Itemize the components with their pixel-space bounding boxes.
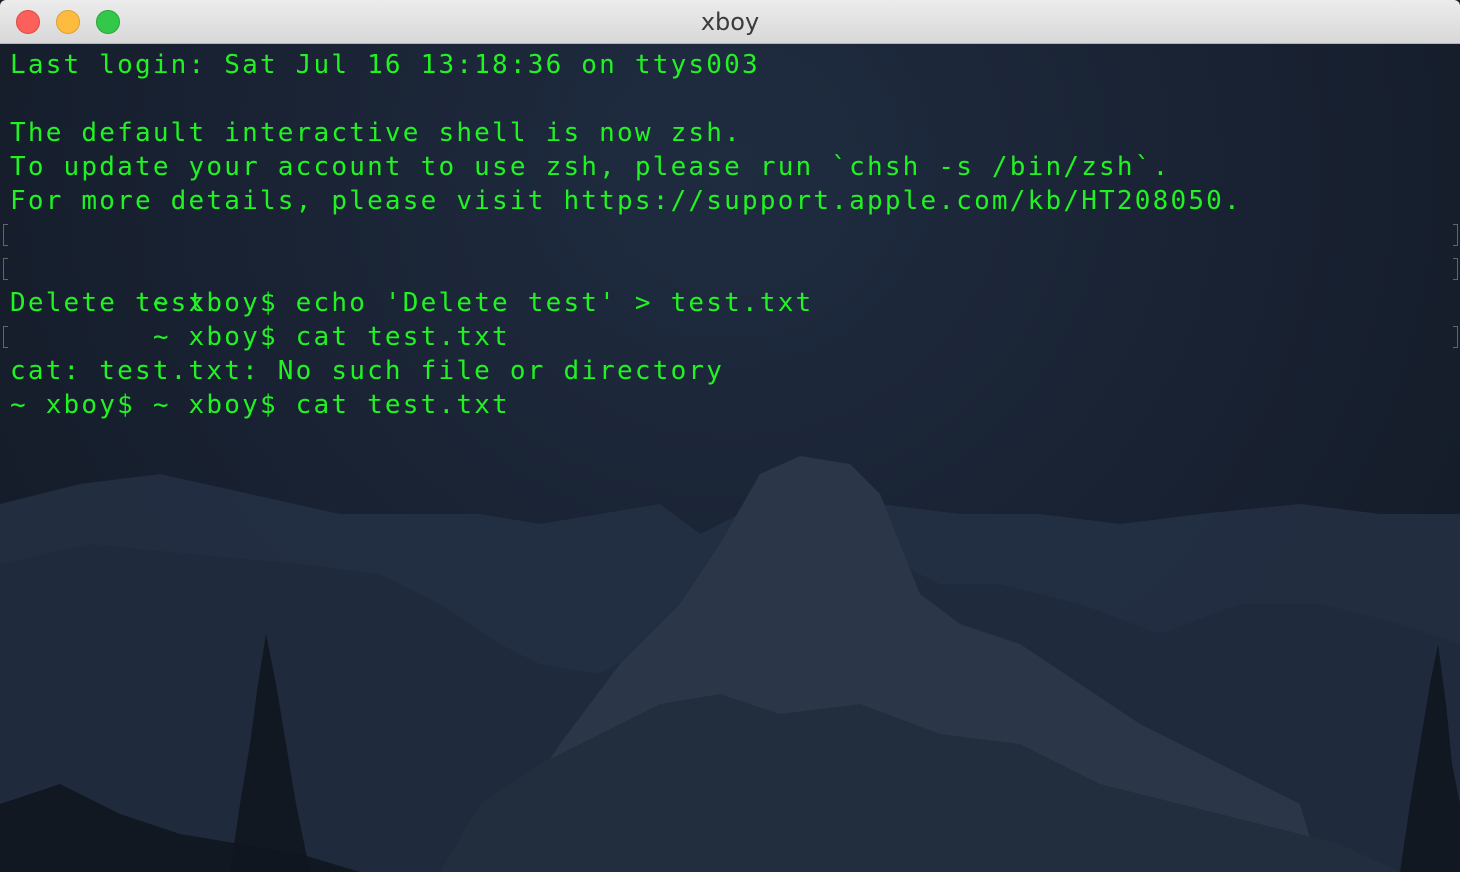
terminal-line: cat: test.txt: No such file or directory (10, 356, 725, 386)
prompt-mark-icon (3, 326, 8, 348)
terminal-line: Delete test (10, 288, 207, 318)
prompt-mark-icon (1453, 224, 1458, 246)
terminal-output: Last login: Sat Jul 16 13:18:36 on ttys0… (3, 48, 1458, 422)
prompt-mark-icon (1453, 258, 1458, 280)
prompt-mark-icon (3, 224, 8, 246)
terminal-content[interactable]: Last login: Sat Jul 16 13:18:36 on ttys0… (0, 44, 1460, 872)
command-line: ~ xboy$ cat test.txt (3, 252, 1458, 352)
window-title: xboy (700, 8, 760, 36)
current-prompt[interactable]: ~ xboy$ (10, 388, 1242, 422)
command-line: ~ xboy$ echo 'Delete test' > test.txt (3, 218, 1458, 318)
prompt-mark-icon (3, 258, 8, 280)
terminal-line: The default interactive shell is now zsh… (10, 118, 742, 148)
prompt-mark-icon (1453, 326, 1458, 348)
title-bar[interactable]: xboy (0, 0, 1460, 44)
terminal-window: xboy Last login: Sat Jul 16 13:18:36 on … (0, 0, 1460, 872)
terminal-line: For more details, please visit https://s… (10, 186, 1242, 216)
command-line: ~ xboy$ cat test.txt (3, 320, 1458, 420)
terminal-line: To update your account to use zsh, pleas… (10, 152, 1171, 182)
terminal-line: Last login: Sat Jul 16 13:18:36 on ttys0… (10, 50, 760, 80)
